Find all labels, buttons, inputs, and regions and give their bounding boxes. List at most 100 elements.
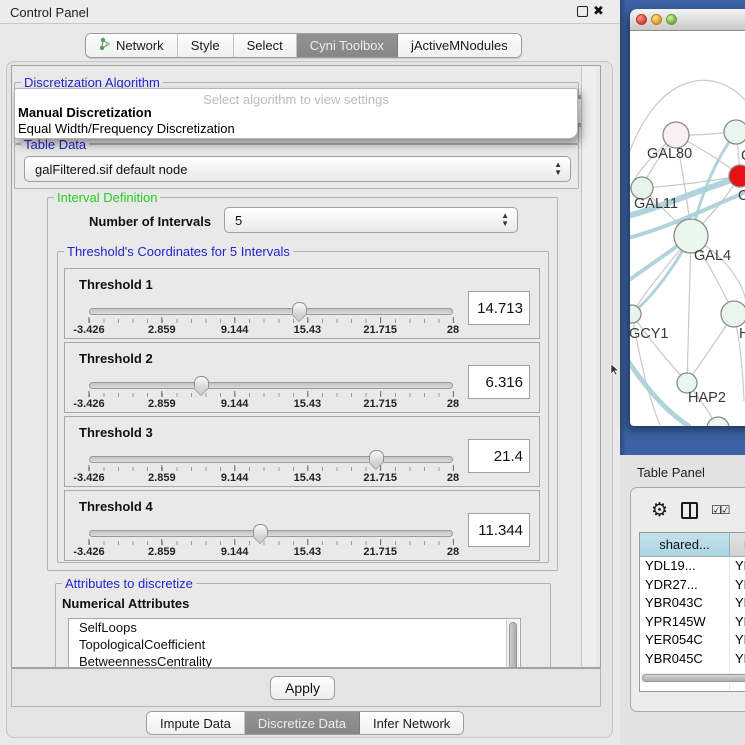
- threshold-value-input[interactable]: [468, 513, 530, 547]
- slider-thumb[interactable]: [253, 524, 268, 536]
- num-intervals-label: Number of Intervals: [89, 214, 211, 229]
- tab-jactivemnodules[interactable]: jActiveMNodules: [398, 34, 521, 57]
- threshold-panel: Threshold 4-3.4262.8599.14415.4321.71528: [64, 490, 540, 561]
- table-row[interactable]: YDL19...YDL1: [640, 557, 745, 576]
- cell-name[interactable]: YBR0: [730, 650, 745, 669]
- threshold-value-input[interactable]: [468, 365, 530, 399]
- settings-gear-icon[interactable]: ⚙: [651, 499, 668, 522]
- tab-infer-network[interactable]: Infer Network: [360, 712, 463, 734]
- attributes-groupbox: Attributes to discretize Numerical Attri…: [55, 583, 551, 668]
- attribute-list-item[interactable]: BetweennessCentrality: [69, 653, 520, 668]
- dropdown-option-manual[interactable]: Manual Discretization: [15, 105, 577, 121]
- slider-tick-label: 15.43: [294, 539, 322, 558]
- network-edge-thick[interactable]: [630, 361, 690, 426]
- settings-scrollpane: Discretization Algorithm ▲▼ Select algor…: [11, 65, 601, 668]
- mac-minimize-button[interactable]: [651, 14, 662, 25]
- slider-thumb[interactable]: [369, 450, 384, 462]
- slider-track[interactable]: [89, 382, 453, 389]
- threshold-slider[interactable]: -3.4262.8599.14415.4321.71528: [89, 302, 453, 336]
- cell-shared-name[interactable]: YBR043C: [640, 594, 730, 613]
- slider-tick-label: 28: [447, 465, 459, 484]
- apply-button[interactable]: Apply: [270, 676, 335, 700]
- network-node[interactable]: [721, 301, 745, 327]
- column-header-shared[interactable]: shared...: [640, 533, 730, 557]
- slider-thumb[interactable]: [292, 302, 307, 314]
- cell-name[interactable]: YER0: [730, 631, 745, 650]
- float-window-icon[interactable]: [577, 6, 588, 17]
- node-table: shared... na YDL19...YDL1YDR27...YDR2YBR…: [639, 532, 745, 692]
- select-columns-icon[interactable]: ☑☑: [711, 503, 729, 517]
- threshold-value-input[interactable]: [468, 291, 530, 325]
- attribute-list-item[interactable]: SelfLoops: [69, 619, 520, 636]
- interval-definition-groupbox: Interval Definition Number of Intervals …: [47, 197, 558, 571]
- split-columns-icon[interactable]: [681, 502, 698, 519]
- tab-select[interactable]: Select: [234, 34, 297, 57]
- network-node[interactable]: [724, 120, 745, 144]
- table-panel: ⚙ ☑☑ shared... na YDL19...YDL1YDR27...YD…: [630, 487, 745, 712]
- close-icon[interactable]: ✖: [593, 3, 604, 19]
- table-row[interactable]: YBR043CYBR0: [640, 594, 745, 613]
- cell-shared-name[interactable]: YDL19...: [640, 557, 730, 576]
- slider-track[interactable]: [89, 308, 453, 315]
- attributes-scrollbar[interactable]: [506, 620, 519, 668]
- slider-track[interactable]: [89, 530, 453, 537]
- interval-definition-title: Interval Definition: [54, 190, 160, 205]
- table-horizontal-scrollbar[interactable]: [641, 673, 745, 683]
- tab-cyni-toolbox[interactable]: Cyni Toolbox: [297, 34, 398, 57]
- threshold-value-input[interactable]: [468, 439, 530, 473]
- table-row[interactable]: YDR27...YDR2: [640, 576, 745, 595]
- network-view-window[interactable]: GAL80GACGAL11GAL4GCY1HHAP2: [630, 9, 745, 426]
- table-row[interactable]: YBR045CYBR0: [640, 650, 745, 669]
- network-node[interactable]: [707, 417, 729, 426]
- network-edge[interactable]: [687, 236, 691, 383]
- thresholds-title: Threshold's Coordinates for 5 Intervals: [64, 244, 293, 259]
- numerical-attributes-list[interactable]: SelfLoopsTopologicalCoefficientBetweenne…: [68, 618, 521, 668]
- tab-impute-data[interactable]: Impute Data: [147, 712, 245, 734]
- mac-zoom-button[interactable]: [666, 14, 677, 25]
- cell-shared-name[interactable]: YBR045C: [640, 650, 730, 669]
- cell-name[interactable]: YDL1: [730, 557, 745, 576]
- table-data-combobox[interactable]: galFiltered.sif default node ▲▼: [24, 156, 571, 182]
- slider-tick-label: 28: [447, 539, 459, 558]
- threshold-label: Threshold 1: [79, 277, 153, 292]
- cell-name[interactable]: YPR1: [730, 613, 745, 632]
- network-node-label: GAL11: [634, 196, 678, 212]
- scrollbar-thumb[interactable]: [509, 622, 517, 668]
- cell-shared-name[interactable]: YDR27...: [640, 576, 730, 595]
- threshold-slider[interactable]: -3.4262.8599.14415.4321.71528: [89, 524, 453, 558]
- thresholds-groupbox: Threshold's Coordinates for 5 Intervals …: [57, 251, 549, 563]
- threshold-slider[interactable]: -3.4262.8599.14415.4321.71528: [89, 376, 453, 410]
- table-row[interactable]: YPR145WYPR1: [640, 613, 745, 632]
- dropdown-option-equal-width[interactable]: Equal Width/Frequency Discretization: [15, 121, 577, 137]
- tab-style[interactable]: Style: [178, 34, 234, 57]
- panel-vertical-scrollbar[interactable]: [581, 67, 596, 666]
- tab-discretize-data[interactable]: Discretize Data: [245, 712, 360, 734]
- table-row[interactable]: YER054CYER0: [640, 631, 745, 650]
- slider-track[interactable]: [89, 456, 453, 463]
- threshold-slider[interactable]: -3.4262.8599.14415.4321.71528: [89, 450, 453, 484]
- network-node[interactable]: [729, 165, 745, 187]
- slider-tick-label: 9.144: [221, 539, 249, 558]
- mac-close-button[interactable]: [636, 14, 647, 25]
- column-header-name[interactable]: na: [730, 533, 745, 557]
- slider-thumb[interactable]: [194, 376, 209, 388]
- table-row[interactable]: YLR345WYLR3: [640, 687, 745, 692]
- cell-shared-name[interactable]: YLR345W: [640, 687, 730, 692]
- cell-shared-name[interactable]: YER054C: [640, 631, 730, 650]
- network-window-titlebar[interactable]: [630, 9, 745, 31]
- scrollbar-thumb[interactable]: [642, 674, 745, 682]
- attribute-list-item[interactable]: TopologicalCoefficient: [69, 636, 520, 653]
- cell-shared-name[interactable]: YPR145W: [640, 613, 730, 632]
- dropdown-placeholder-item[interactable]: Select algorithm to view settings: [15, 89, 577, 105]
- stepper-arrows-icon: ▲▼: [554, 161, 562, 177]
- network-edge[interactable]: [632, 314, 687, 383]
- table-rows: YDL19...YDL1YDR27...YDR2YBR043CYBR0YPR14…: [640, 557, 745, 692]
- cell-name[interactable]: YLR3: [730, 687, 745, 692]
- num-intervals-combobox[interactable]: 5 ▲▼: [224, 207, 518, 233]
- algorithm-dropdown-popup: Select algorithm to view settings Manual…: [14, 88, 578, 139]
- cell-name[interactable]: YDR2: [730, 576, 745, 595]
- cell-name[interactable]: YBR0: [730, 594, 745, 613]
- network-node[interactable]: [663, 122, 689, 148]
- network-canvas[interactable]: GAL80GACGAL11GAL4GCY1HHAP2: [630, 31, 745, 426]
- tab-network[interactable]: Network: [86, 34, 178, 57]
